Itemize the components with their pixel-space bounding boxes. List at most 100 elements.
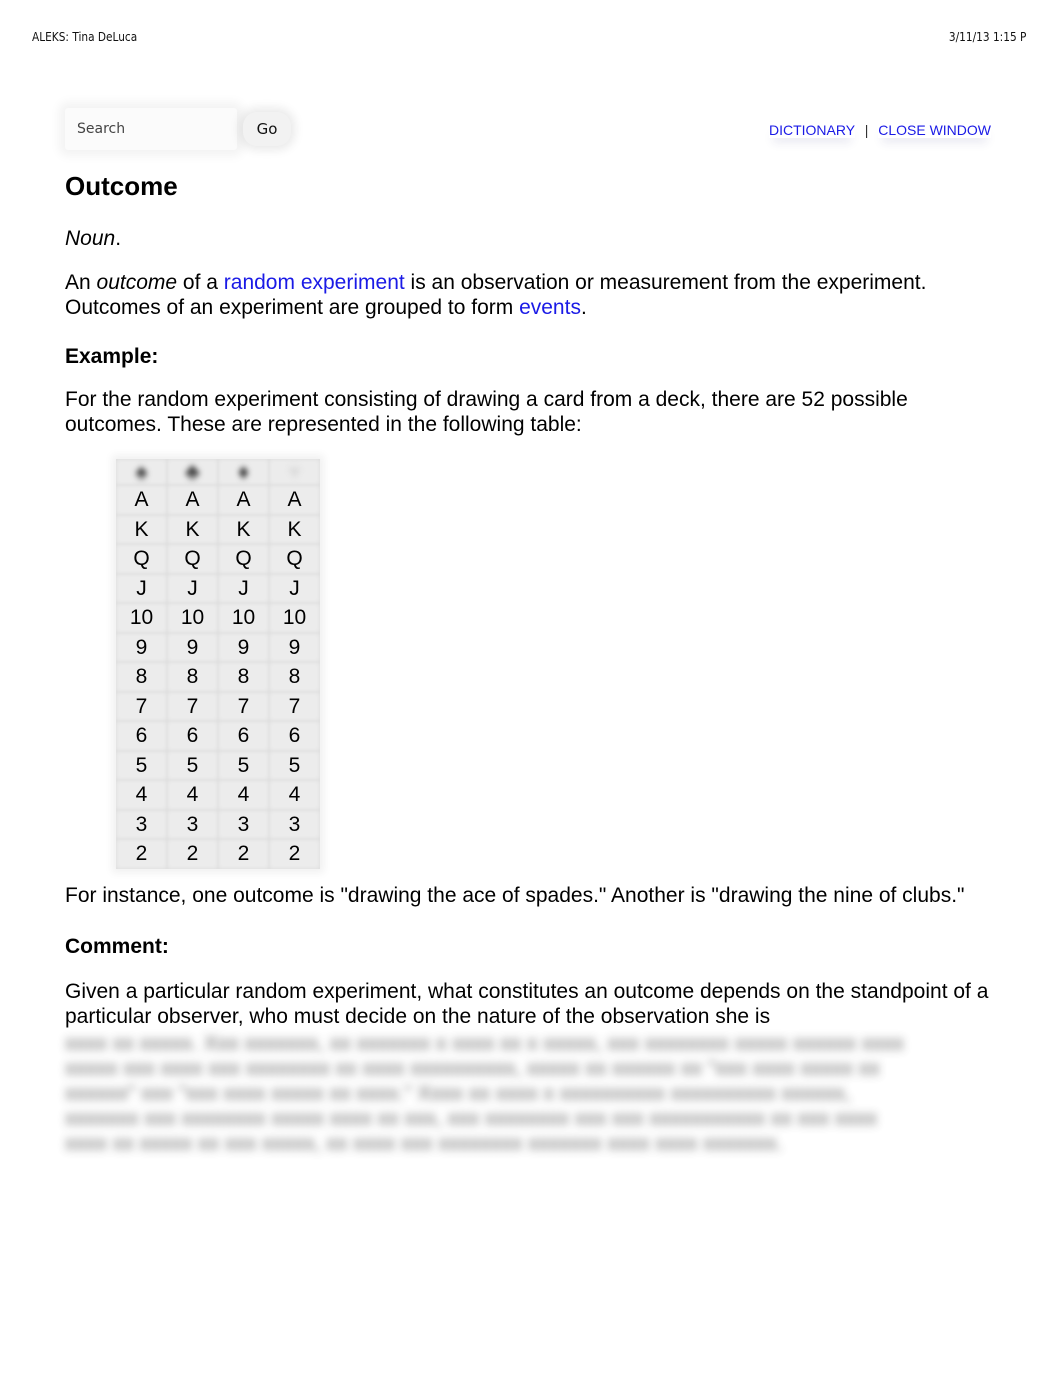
card-cell: 10: [116, 603, 167, 633]
dictionary-link[interactable]: DICTIONARY: [769, 122, 855, 138]
suit-header-row: ♠ ♣ ♦ ♥: [116, 459, 320, 485]
spades-icon: ♠: [135, 459, 148, 484]
definition-text: of a: [177, 271, 224, 294]
rank-row: 4444: [116, 780, 320, 810]
rank-row: 6666: [116, 721, 320, 751]
card-cell: 3: [167, 810, 218, 840]
rank-row: 10 10 10 10: [116, 603, 320, 633]
card-cell: 3: [116, 810, 167, 840]
suit-header: ♣: [167, 459, 218, 485]
rank-row: 7777: [116, 692, 320, 722]
card-cell: Q: [269, 544, 320, 574]
card-cell: 3: [218, 810, 269, 840]
card-cell: 2: [116, 839, 167, 869]
rank-row: 9999: [116, 633, 320, 663]
definition-text: .: [580, 296, 587, 319]
rank-row: AAAA: [116, 485, 320, 515]
card-cell: 10: [269, 603, 320, 633]
card-cell: 4: [167, 780, 218, 810]
card-cell: J: [269, 574, 320, 604]
card-cell: 5: [116, 751, 167, 781]
top-links: DICTIONARY | CLOSE WINDOW: [769, 122, 991, 138]
definition-text: An: [65, 271, 97, 294]
rank-row: JJJJ: [116, 574, 320, 604]
comment-obscured-text: xxxx xx xxxxx. Xxx xxxxxxx, xx xxxxxxx x…: [65, 1031, 904, 1155]
card-cell: K: [269, 515, 320, 545]
card-cell: Q: [116, 544, 167, 574]
search-input[interactable]: [69, 114, 229, 144]
random-experiment-link[interactable]: random experiment: [224, 271, 405, 294]
card-cell: 6: [116, 721, 167, 751]
card-cell: 5: [167, 751, 218, 781]
rank-row: 2222: [116, 839, 320, 869]
card-cell: A: [269, 485, 320, 515]
card-cell: 4: [116, 780, 167, 810]
suit-header: ♠: [116, 459, 167, 485]
card-cell: J: [167, 574, 218, 604]
card-cell: 6: [218, 721, 269, 751]
rank-row: 5555: [116, 751, 320, 781]
card-cell: K: [218, 515, 269, 545]
card-cell: 10: [167, 603, 218, 633]
example-heading: Example:: [65, 345, 159, 368]
card-cell: 5: [218, 751, 269, 781]
card-cell: 4: [218, 780, 269, 810]
card-cell: K: [167, 515, 218, 545]
card-cell: 7: [116, 692, 167, 722]
part-of-speech: Noun.: [65, 224, 995, 254]
card-cell: J: [218, 574, 269, 604]
card-cell: 5: [269, 751, 320, 781]
card-cell: 6: [269, 721, 320, 751]
go-button[interactable]: Go: [243, 112, 291, 146]
rank-row: KKKK: [116, 515, 320, 545]
card-cell: 8: [218, 662, 269, 692]
card-cell: 8: [167, 662, 218, 692]
example-intro: For the random experiment consisting of …: [65, 388, 908, 436]
definition: An outcome of a random experiment is an …: [65, 270, 995, 320]
card-cell: A: [116, 485, 167, 515]
close-window-link[interactable]: CLOSE WINDOW: [878, 122, 991, 138]
card-cell: 10: [218, 603, 269, 633]
dictionary-toolbar: Go DICTIONARY | CLOSE WINDOW: [65, 108, 995, 152]
card-cell: 4: [269, 780, 320, 810]
card-cell: A: [218, 485, 269, 515]
card-cell: K: [116, 515, 167, 545]
rank-row: 3333: [116, 810, 320, 840]
card-cell: 9: [116, 633, 167, 663]
rank-row: 8888: [116, 662, 320, 692]
card-cell: 8: [269, 662, 320, 692]
card-cell: Q: [167, 544, 218, 574]
events-link[interactable]: events: [519, 296, 581, 319]
card-outcomes-table: ♠ ♣ ♦ ♥ A A A A K K K K Q Q Q Q J J J J 10 10 10 10 9 9 9 9 8 8 8 8…: [116, 459, 320, 869]
suit-header: ♦: [218, 459, 269, 485]
card-cell: A: [167, 485, 218, 515]
rank-row: QQQQ: [116, 544, 320, 574]
card-cell: 9: [218, 633, 269, 663]
hearts-icon: ♥: [287, 459, 302, 484]
card-cell: 9: [269, 633, 320, 663]
card-cell: 9: [167, 633, 218, 663]
card-table-body: A A A A K K K K Q Q Q Q J J J J 10 10 10 10 9 9 9 9 8 8 8 8 7 7 7 7 6 6 6 6…: [116, 485, 320, 869]
card-cell: 8: [116, 662, 167, 692]
part-of-speech-period: .: [115, 227, 122, 250]
card-cell: 2: [218, 839, 269, 869]
clubs-icon: ♣: [185, 459, 200, 484]
part-of-speech-label: Noun: [65, 227, 116, 250]
definition-term: outcome: [96, 271, 178, 294]
card-cell: 2: [269, 839, 320, 869]
card-cell: 6: [167, 721, 218, 751]
comment-heading: Comment:: [65, 934, 169, 958]
dictionary-entry: Outcome Noun. An outcome of a random exp…: [65, 168, 995, 1156]
suit-header: ♥: [269, 459, 320, 485]
card-cell: 7: [269, 692, 320, 722]
entry-title: Outcome: [65, 171, 178, 201]
card-cell: 7: [218, 692, 269, 722]
link-separator: |: [864, 122, 869, 138]
card-cell: J: [116, 574, 167, 604]
comment-text: Given a particular random experiment, wh…: [65, 979, 989, 1028]
card-cell: 2: [167, 839, 218, 869]
diamonds-icon: ♦: [237, 459, 250, 484]
print-title: ALEKS: Tina DeLuca: [32, 30, 138, 44]
card-cell: Q: [218, 544, 269, 574]
search-box: [65, 108, 237, 150]
